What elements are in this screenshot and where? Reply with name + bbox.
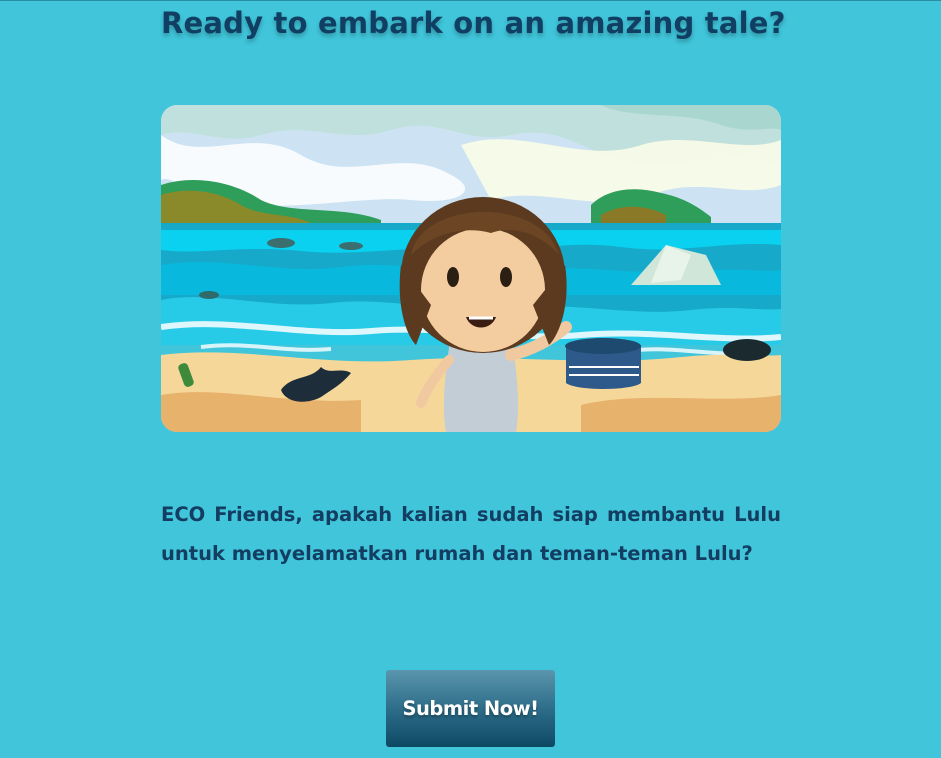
submit-button[interactable]: Submit Now! bbox=[386, 670, 555, 747]
story-illustration bbox=[161, 105, 781, 432]
story-prompt-text: ECO Friends, apakah kalian sudah siap me… bbox=[161, 503, 781, 565]
page-title: Ready to embark on an amazing tale? bbox=[161, 6, 786, 40]
top-border bbox=[0, 0, 941, 1]
